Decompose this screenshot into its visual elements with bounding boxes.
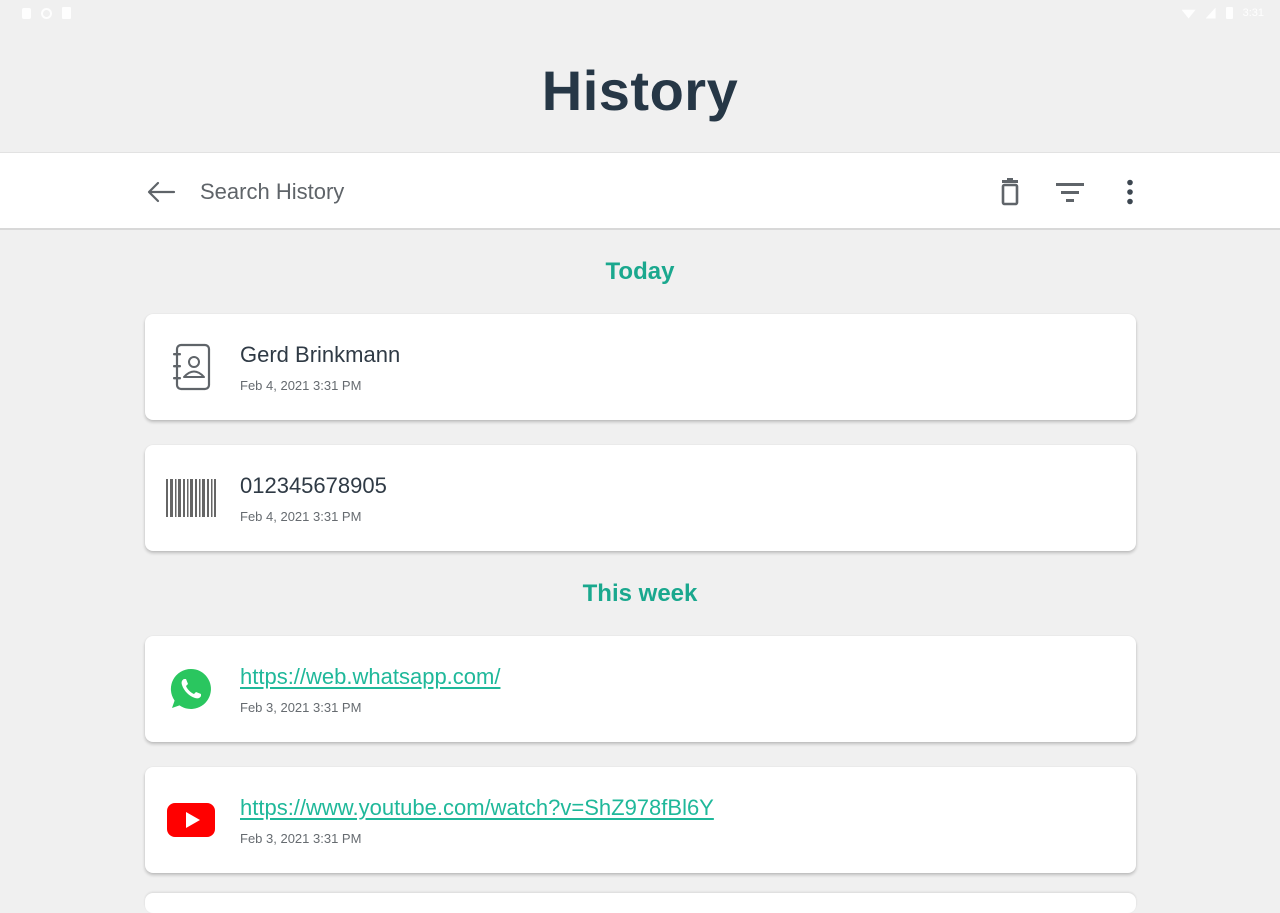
status-right-icons: 3:31 [1181, 7, 1264, 19]
sync-icon [41, 7, 52, 19]
page-title: History [541, 59, 739, 122]
status-time: 3:31 [1242, 7, 1264, 19]
history-item-date: Feb 3, 2021 3:31 PM [240, 831, 362, 846]
history-item[interactable]: https://www.youtube.com/watch?v=ShZ978fB… [145, 767, 1136, 873]
status-bar: 3:31 [0, 0, 1280, 26]
search-input[interactable] [200, 173, 700, 211]
search-toolbar [0, 152, 1280, 230]
signal-icon [1205, 7, 1216, 19]
back-button[interactable] [140, 173, 182, 211]
status-left-icons [22, 7, 71, 19]
sd-card-icon [62, 7, 71, 19]
battery-icon [1225, 7, 1233, 19]
history-item[interactable]: Gerd Brinkmann Feb 4, 2021 3:31 PM [145, 314, 1136, 420]
history-item[interactable]: https://web.whatsapp.com/ Feb 3, 2021 3:… [145, 636, 1136, 742]
barcode-icon [165, 472, 217, 524]
whatsapp-icon [165, 663, 217, 715]
history-item-title: 012345678905 [240, 473, 387, 498]
history-item-partial[interactable] [145, 893, 1136, 913]
wifi-icon [1181, 9, 1196, 19]
contact-book-icon [165, 341, 217, 393]
arrow-left-icon [147, 181, 176, 203]
history-item-date: Feb 4, 2021 3:31 PM [240, 378, 362, 393]
filter-button[interactable] [1048, 171, 1092, 213]
section-header-today: Today [605, 258, 675, 285]
notification-icon [22, 7, 31, 19]
history-item-date: Feb 3, 2021 3:31 PM [240, 700, 362, 715]
history-item-date: Feb 4, 2021 3:31 PM [240, 509, 362, 524]
more-options-button[interactable] [1108, 171, 1152, 213]
history-item[interactable]: 012345678905 Feb 4, 2021 3:31 PM [145, 445, 1136, 551]
history-item-link[interactable]: https://www.youtube.com/watch?v=ShZ978fB… [240, 795, 714, 821]
history-item-title: Gerd Brinkmann [240, 342, 401, 367]
filter-icon [1056, 183, 1084, 202]
youtube-icon [165, 794, 217, 846]
history-item-link[interactable]: https://web.whatsapp.com/ [240, 664, 500, 690]
more-vert-icon [1127, 179, 1133, 205]
delete-history-button[interactable] [988, 171, 1032, 213]
section-header-this-week: This week [582, 580, 698, 607]
trash-icon [1001, 178, 1019, 206]
